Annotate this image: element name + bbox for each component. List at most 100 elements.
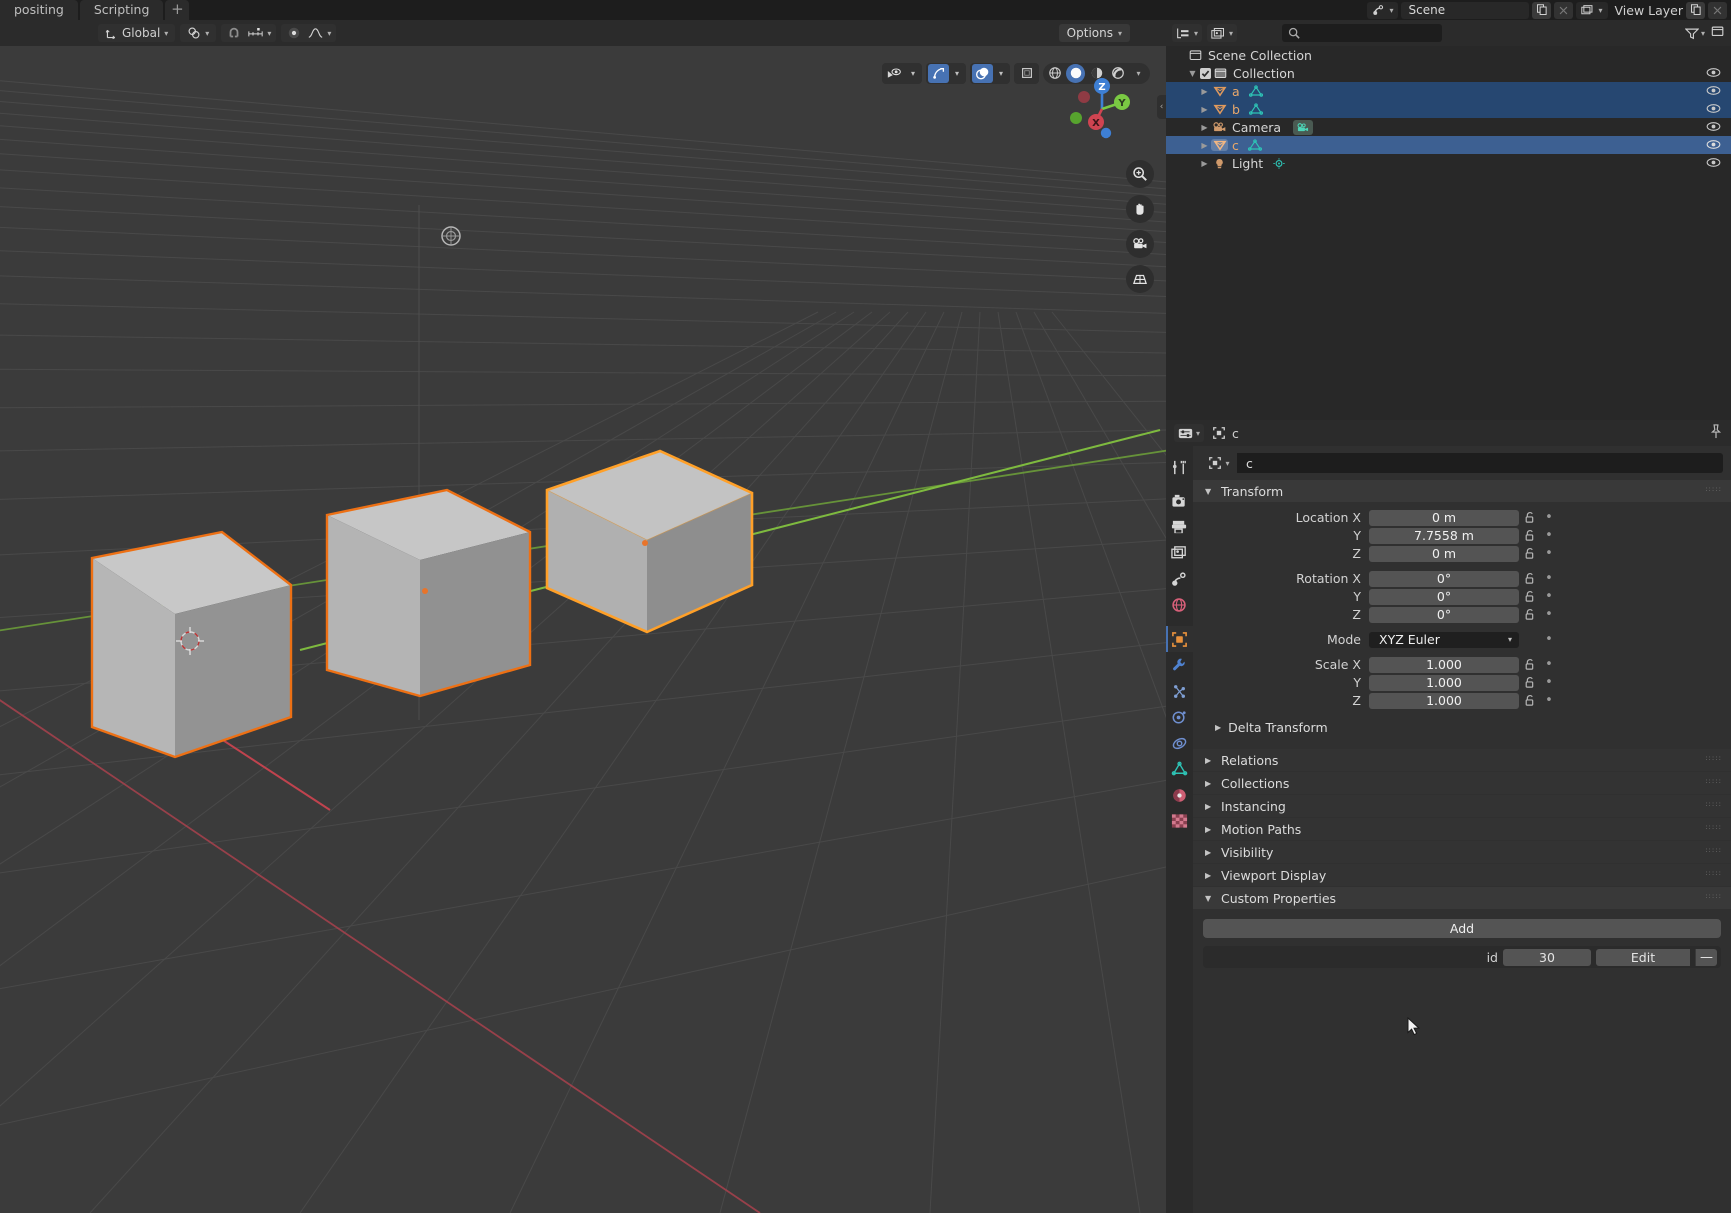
3d-viewport[interactable]: ‹ Global ▾ ▾ ▾ ▾ Options ▾ ▾ ▾ ▾ ▾ Z Y X bbox=[0, 20, 1166, 1213]
workspace-tab-compositing[interactable]: positing bbox=[0, 0, 78, 20]
lock-scale-z-icon[interactable] bbox=[1519, 694, 1541, 707]
zoom-button[interactable] bbox=[1126, 160, 1154, 188]
outliner-tree[interactable]: Scene Collection ▼ Collection ▶ a ▶ b ▶ … bbox=[1166, 46, 1731, 420]
object-visibility-button[interactable] bbox=[884, 64, 905, 83]
tab-modifiers[interactable] bbox=[1166, 652, 1193, 678]
snapping-group[interactable]: ▾ bbox=[221, 24, 277, 42]
pivot-point-dropdown[interactable]: ▾ bbox=[180, 24, 217, 42]
chevron-down-icon[interactable]: ▾ bbox=[950, 69, 964, 78]
tab-physics[interactable] bbox=[1166, 704, 1193, 730]
overlays-toggle-button[interactable] bbox=[972, 63, 993, 83]
visibility-eye-icon[interactable] bbox=[1706, 120, 1721, 135]
lock-location-x-icon[interactable] bbox=[1519, 511, 1541, 524]
outliner-row-b[interactable]: ▶ b bbox=[1166, 100, 1731, 118]
view-layer-selector[interactable]: ▾ bbox=[1576, 1, 1608, 19]
outliner-display-mode-button[interactable]: ▾ bbox=[1207, 24, 1238, 42]
expand-triangle[interactable]: ▶ bbox=[1198, 141, 1211, 150]
animate-rotation-y-button[interactable]: • bbox=[1541, 589, 1557, 604]
pivot-button[interactable]: ▾ bbox=[182, 24, 214, 42]
scale-z-input[interactable]: 1.000 bbox=[1369, 692, 1519, 709]
tab-output[interactable] bbox=[1166, 514, 1193, 540]
sidebar-toggle[interactable]: ‹ bbox=[1157, 95, 1166, 119]
visibility-group[interactable]: ▾ bbox=[882, 62, 922, 84]
properties-editor[interactable]: ▾ c ▾ c ▼ Transform::::: Location X 0 m… bbox=[1166, 420, 1731, 1213]
gizmo-toggle-button[interactable] bbox=[928, 63, 949, 83]
shading-wireframe-button[interactable] bbox=[1045, 64, 1064, 83]
lock-location-y-icon[interactable] bbox=[1519, 529, 1541, 542]
chevron-down-icon[interactable]: ▾ bbox=[994, 69, 1008, 78]
animate-rotation-z-button[interactable]: • bbox=[1541, 607, 1557, 622]
outliner-search-input[interactable] bbox=[1282, 24, 1443, 42]
panel-header-instancing[interactable]: ▶ Instancing ::::: bbox=[1193, 795, 1731, 817]
scene-selector[interactable]: ▾ bbox=[1367, 1, 1399, 19]
properties-tab-column[interactable] bbox=[1166, 446, 1193, 1213]
outliner-row-a[interactable]: ▶ a bbox=[1166, 82, 1731, 100]
camera-data-icon[interactable] bbox=[1293, 119, 1314, 135]
tab-view-layer[interactable] bbox=[1166, 540, 1193, 566]
pin-button[interactable] bbox=[1709, 424, 1723, 442]
delete-scene-button[interactable] bbox=[1554, 1, 1574, 19]
animate-scale-x-button[interactable]: • bbox=[1541, 657, 1557, 672]
panel-header-motion-paths[interactable]: ▶ Motion Paths ::::: bbox=[1193, 818, 1731, 840]
lock-rotation-z-icon[interactable] bbox=[1519, 608, 1541, 621]
xray-group[interactable] bbox=[1014, 62, 1039, 84]
scale-y-input[interactable]: 1.000 bbox=[1369, 674, 1519, 691]
add-custom-property-button[interactable]: Add bbox=[1203, 919, 1721, 938]
animate-scale-z-button[interactable]: • bbox=[1541, 693, 1557, 708]
overlays-group[interactable]: ▾ bbox=[970, 62, 1010, 84]
location-x-input[interactable]: 0 m bbox=[1369, 509, 1519, 526]
rotation-mode-dropdown[interactable]: XYZ Euler ▾ bbox=[1369, 631, 1519, 648]
expand-triangle[interactable]: ▶ bbox=[1198, 105, 1211, 114]
axis-gizmo-svg[interactable]: Z Y X bbox=[1068, 75, 1136, 143]
new-scene-button[interactable] bbox=[1532, 1, 1552, 19]
tab-constraints[interactable] bbox=[1166, 730, 1193, 756]
visibility-eye-icon[interactable] bbox=[1706, 84, 1721, 99]
animate-rotation-x-button[interactable]: • bbox=[1541, 571, 1557, 586]
xray-toggle-button[interactable] bbox=[1016, 64, 1037, 83]
tab-object-data[interactable] bbox=[1166, 756, 1193, 782]
pan-button[interactable] bbox=[1126, 195, 1154, 223]
collection-checkbox[interactable] bbox=[1199, 67, 1212, 79]
lock-scale-x-icon[interactable] bbox=[1519, 658, 1541, 671]
panel-header-viewport-display[interactable]: ▶ Viewport Display ::::: bbox=[1193, 864, 1731, 886]
custom-property-edit-button[interactable]: Edit bbox=[1596, 948, 1690, 966]
falloff-dropdown[interactable]: ▾ bbox=[305, 24, 334, 42]
outliner-row-scene-collection[interactable]: Scene Collection bbox=[1166, 46, 1731, 64]
outliner-row-light[interactable]: ▶ Light bbox=[1166, 154, 1731, 172]
visibility-eye-icon[interactable] bbox=[1706, 138, 1721, 153]
tab-particles[interactable] bbox=[1166, 678, 1193, 704]
location-y-input[interactable]: 7.7558 m bbox=[1369, 527, 1519, 544]
snap-toggle-button[interactable] bbox=[223, 24, 245, 42]
outliner-editor[interactable]: ▾ ▾ ▾ Scene Collection ▼ Collection ▶ a … bbox=[1166, 20, 1731, 420]
camera-view-button[interactable] bbox=[1126, 230, 1154, 258]
custom-property-delete-button[interactable]: — bbox=[1695, 948, 1717, 966]
rotation-y-input[interactable]: 0° bbox=[1369, 588, 1519, 605]
panel-header-visibility[interactable]: ▶ Visibility ::::: bbox=[1193, 841, 1731, 863]
lock-rotation-y-icon[interactable] bbox=[1519, 590, 1541, 603]
object-name-input[interactable]: c bbox=[1237, 453, 1723, 473]
outliner-row-c[interactable]: ▶ c bbox=[1166, 136, 1731, 154]
visibility-eye-icon[interactable] bbox=[1706, 102, 1721, 117]
remove-view-layer-button[interactable] bbox=[1708, 1, 1727, 19]
expand-triangle[interactable]: ▶ bbox=[1198, 123, 1211, 132]
scale-x-input[interactable]: 1.000 bbox=[1369, 656, 1519, 673]
scene-name-field[interactable]: Scene bbox=[1401, 1, 1530, 19]
mesh-data-icon[interactable] bbox=[1247, 138, 1262, 152]
visibility-eye-icon[interactable] bbox=[1706, 156, 1721, 171]
outliner-new-collection-button[interactable] bbox=[1711, 25, 1725, 41]
outliner-row-collection[interactable]: ▼ Collection bbox=[1166, 64, 1731, 82]
expand-triangle[interactable]: ▶ bbox=[1198, 87, 1211, 96]
lock-location-z-icon[interactable] bbox=[1519, 547, 1541, 560]
properties-body[interactable]: ▾ c ▼ Transform ::::: Location X 0 m • Y… bbox=[1193, 446, 1731, 1213]
proportional-edit-group[interactable]: ▾ bbox=[281, 24, 337, 42]
expand-triangle[interactable]: ▶ bbox=[1198, 159, 1211, 168]
panel-header-custom-properties[interactable]: ▼ Custom Properties ::::: bbox=[1193, 887, 1731, 909]
snap-target-button[interactable]: ▾ bbox=[245, 24, 274, 42]
panel-header-collections[interactable]: ▶ Collections ::::: bbox=[1193, 772, 1731, 794]
gizmo-group[interactable]: ▾ bbox=[926, 62, 966, 84]
light-data-icon[interactable] bbox=[1272, 157, 1286, 170]
animate-location-y-button[interactable]: • bbox=[1541, 528, 1557, 543]
tab-material[interactable] bbox=[1166, 782, 1193, 808]
mesh-data-icon[interactable] bbox=[1248, 84, 1263, 98]
navigation-gizmo[interactable]: Z Y X bbox=[1068, 75, 1136, 143]
